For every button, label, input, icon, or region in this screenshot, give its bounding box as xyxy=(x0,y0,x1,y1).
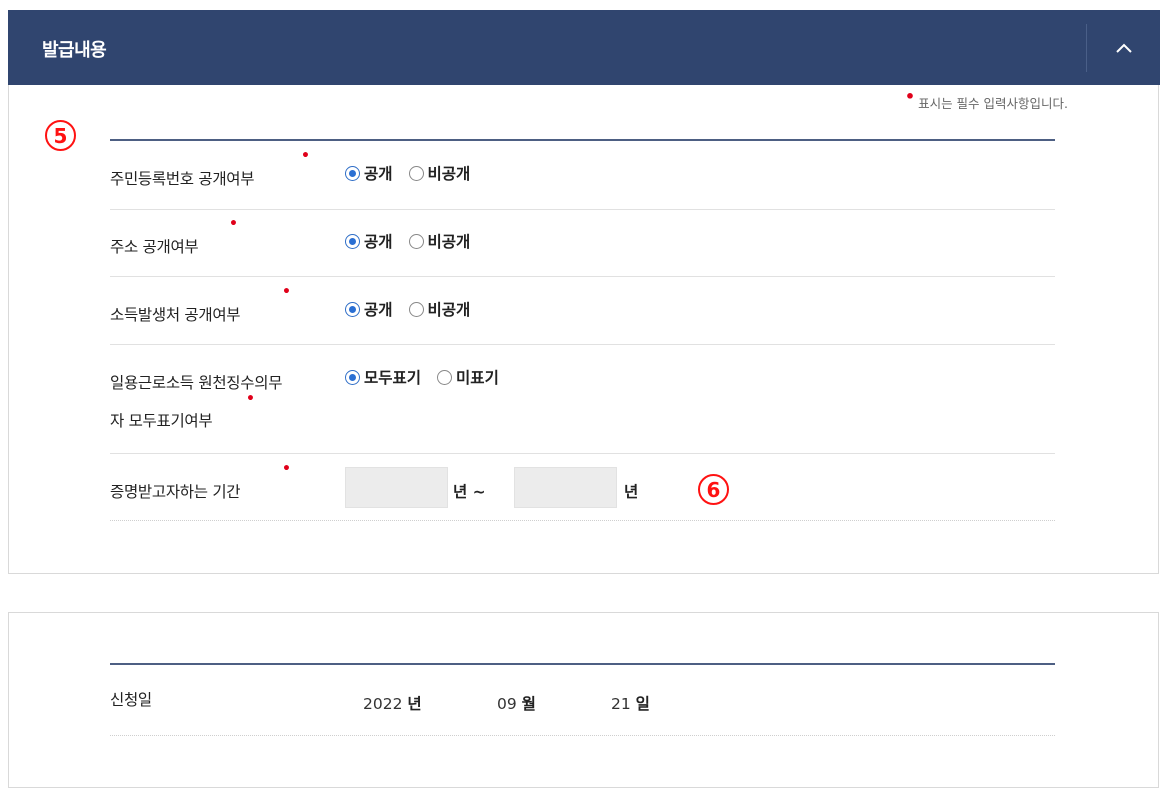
income-source-public-radio[interactable] xyxy=(345,301,360,317)
required-marker: • xyxy=(301,148,310,164)
application-day-value: 21 xyxy=(611,695,631,713)
required-note: • 표시는 필수 입력사항입니다. xyxy=(905,87,1068,112)
form-top-border xyxy=(110,663,1055,665)
withholding-none-label[interactable]: 미표기 xyxy=(456,366,499,388)
income-source-private-label[interactable]: 비공개 xyxy=(428,298,471,320)
application-month-value: 09 xyxy=(497,695,517,713)
application-year: 2022 년 xyxy=(363,692,422,714)
period-from-unit: 년 ~ xyxy=(453,483,486,501)
address-private-radio[interactable] xyxy=(408,233,424,249)
withholding-none-radio[interactable] xyxy=(437,369,453,385)
income-source-public-label[interactable]: 공개 xyxy=(364,298,393,320)
row-divider xyxy=(110,344,1055,345)
row-divider xyxy=(110,735,1055,736)
required-marker: • xyxy=(246,391,255,407)
required-marker: • xyxy=(229,216,238,232)
address-radio-group: 공개 비공개 xyxy=(345,230,486,252)
row-label-withholding-line2: 자 모두표기여부 xyxy=(110,412,213,430)
panel-title: 발급내용 xyxy=(42,40,107,61)
application-date-label: 신청일 xyxy=(110,691,152,709)
application-day-unit: 일 xyxy=(635,695,650,713)
application-day: 21 일 xyxy=(611,692,650,714)
address-public-label[interactable]: 공개 xyxy=(364,230,393,252)
application-date-panel xyxy=(8,612,1159,788)
row-label-address: 주소 공개여부 xyxy=(110,238,199,256)
required-dot: • xyxy=(904,87,916,106)
row-divider xyxy=(110,276,1055,277)
form-top-border xyxy=(110,139,1055,141)
collapse-button[interactable] xyxy=(1088,10,1160,85)
period-to-unit: 년 xyxy=(624,483,639,501)
row-divider xyxy=(110,520,1055,521)
withholding-all-label[interactable]: 모두표기 xyxy=(364,366,421,388)
rrn-private-radio[interactable] xyxy=(408,165,424,181)
row-label-income-source: 소득발생처 공개여부 xyxy=(110,306,241,324)
marker-six: 6 xyxy=(698,474,729,505)
period-to-input[interactable] xyxy=(514,467,617,508)
address-private-label[interactable]: 비공개 xyxy=(428,230,471,252)
required-marker: • xyxy=(282,284,291,300)
required-marker: • xyxy=(282,461,291,477)
chevron-up-icon xyxy=(1116,43,1132,53)
rrn-radio-group: 공개 비공개 xyxy=(345,162,486,184)
application-month: 09 월 xyxy=(497,692,536,714)
income-source-radio-group: 공개 비공개 xyxy=(345,298,486,320)
row-label-rrn: 주민등록번호 공개여부 xyxy=(110,170,255,188)
row-divider xyxy=(110,453,1055,454)
header-divider xyxy=(1086,24,1087,72)
withholding-radio-group: 모두표기 미표기 xyxy=(345,366,515,388)
required-note-text: 표시는 필수 입력사항입니다. xyxy=(918,96,1068,111)
application-year-unit: 년 xyxy=(407,695,422,713)
marker-five: 5 xyxy=(45,120,76,151)
income-source-private-radio[interactable] xyxy=(408,301,424,317)
application-month-unit: 월 xyxy=(521,695,536,713)
period-from-input[interactable] xyxy=(345,467,448,508)
rrn-private-label[interactable]: 비공개 xyxy=(428,162,471,184)
rrn-public-radio[interactable] xyxy=(345,165,360,181)
application-year-value: 2022 xyxy=(363,695,403,713)
row-label-period: 증명받고자하는 기간 xyxy=(110,483,241,501)
row-label-withholding-line1: 일용근로소득 원천징수의무 xyxy=(110,374,283,392)
rrn-public-label[interactable]: 공개 xyxy=(364,162,393,184)
row-divider xyxy=(110,209,1055,210)
panel-header: 발급내용 xyxy=(8,10,1160,85)
withholding-all-radio[interactable] xyxy=(345,369,360,385)
address-public-radio[interactable] xyxy=(345,233,360,249)
